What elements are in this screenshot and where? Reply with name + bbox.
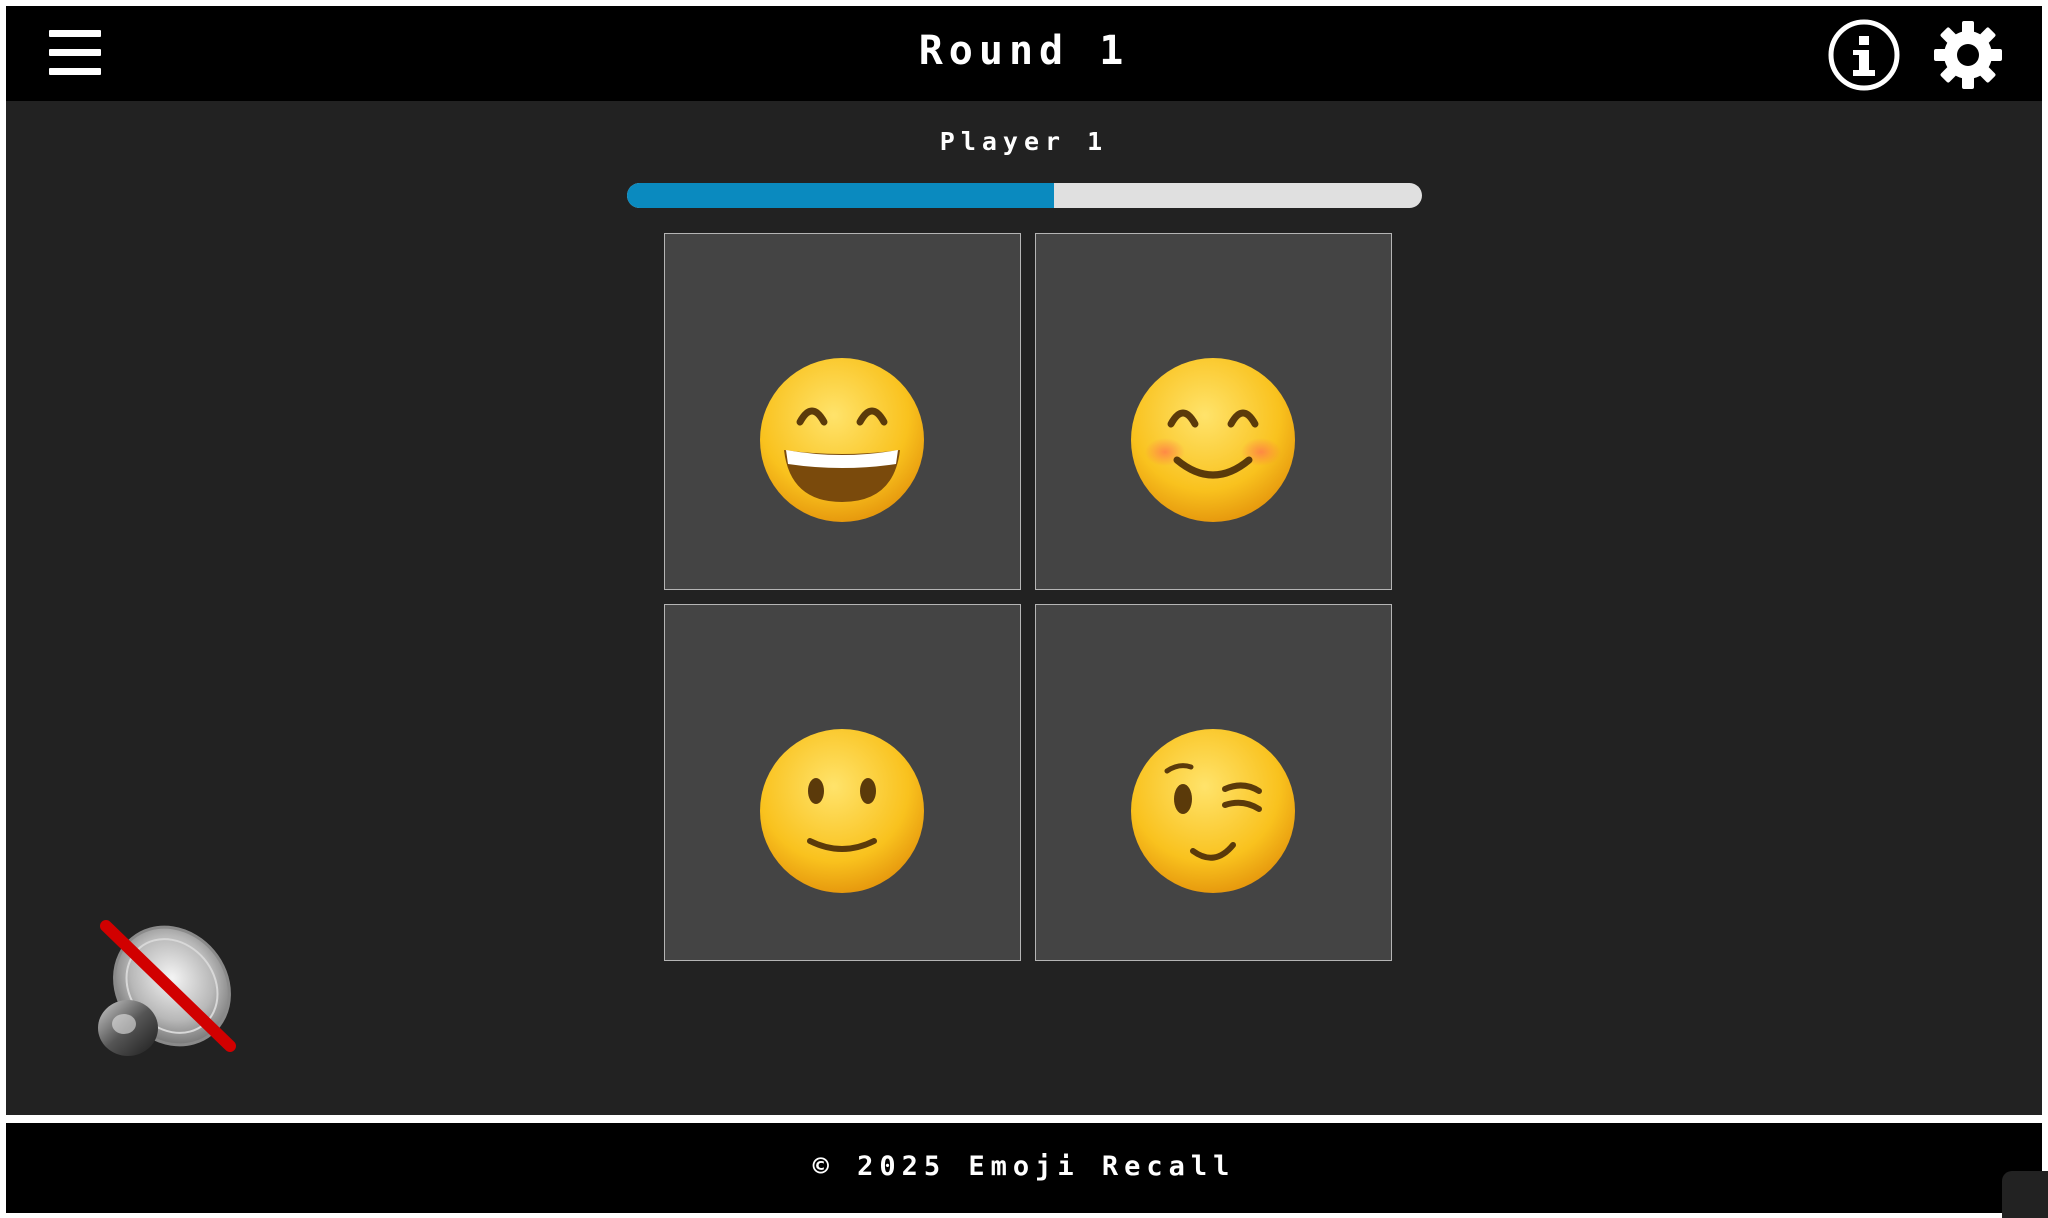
footer: © 2025 Emoji Recall: [6, 1123, 2042, 1213]
copyright-text: © 2025 Emoji Recall: [812, 1151, 1236, 1182]
slightly-smiling-face-icon: [760, 729, 924, 893]
emoji-card-4[interactable]: [1035, 604, 1392, 961]
settings-button[interactable]: [1932, 19, 2004, 91]
info-button[interactable]: [1828, 19, 1900, 91]
app-frame: Round 1 Player 1 © 2025 Emoji Recall: [0, 0, 2048, 1218]
smiling-face-with-smiling-eyes-icon: [1131, 358, 1295, 522]
grinning-face-with-smiling-eyes-icon: [760, 358, 924, 522]
corner-widget[interactable]: [2002, 1171, 2048, 1218]
progress-fill: [627, 183, 1054, 208]
progress-bar: [627, 183, 1422, 208]
info-icon: [1828, 19, 1900, 91]
footer-divider: [6, 1115, 2042, 1123]
emoji-card-2[interactable]: [1035, 233, 1392, 590]
sound-toggle-button[interactable]: [86, 916, 246, 1066]
game-area: Player 1: [6, 101, 2042, 1115]
winking-face-icon: [1131, 729, 1295, 893]
round-title: Round 1: [918, 28, 1130, 74]
top-bar: Round 1: [6, 6, 2042, 101]
emoji-grid: [658, 231, 1392, 963]
emoji-card-1[interactable]: [664, 233, 1021, 590]
player-label: Player 1: [939, 127, 1109, 156]
speaker-muted-icon: [98, 920, 236, 1056]
gear-icon: [1934, 21, 2002, 89]
emoji-card-3[interactable]: [664, 604, 1021, 961]
